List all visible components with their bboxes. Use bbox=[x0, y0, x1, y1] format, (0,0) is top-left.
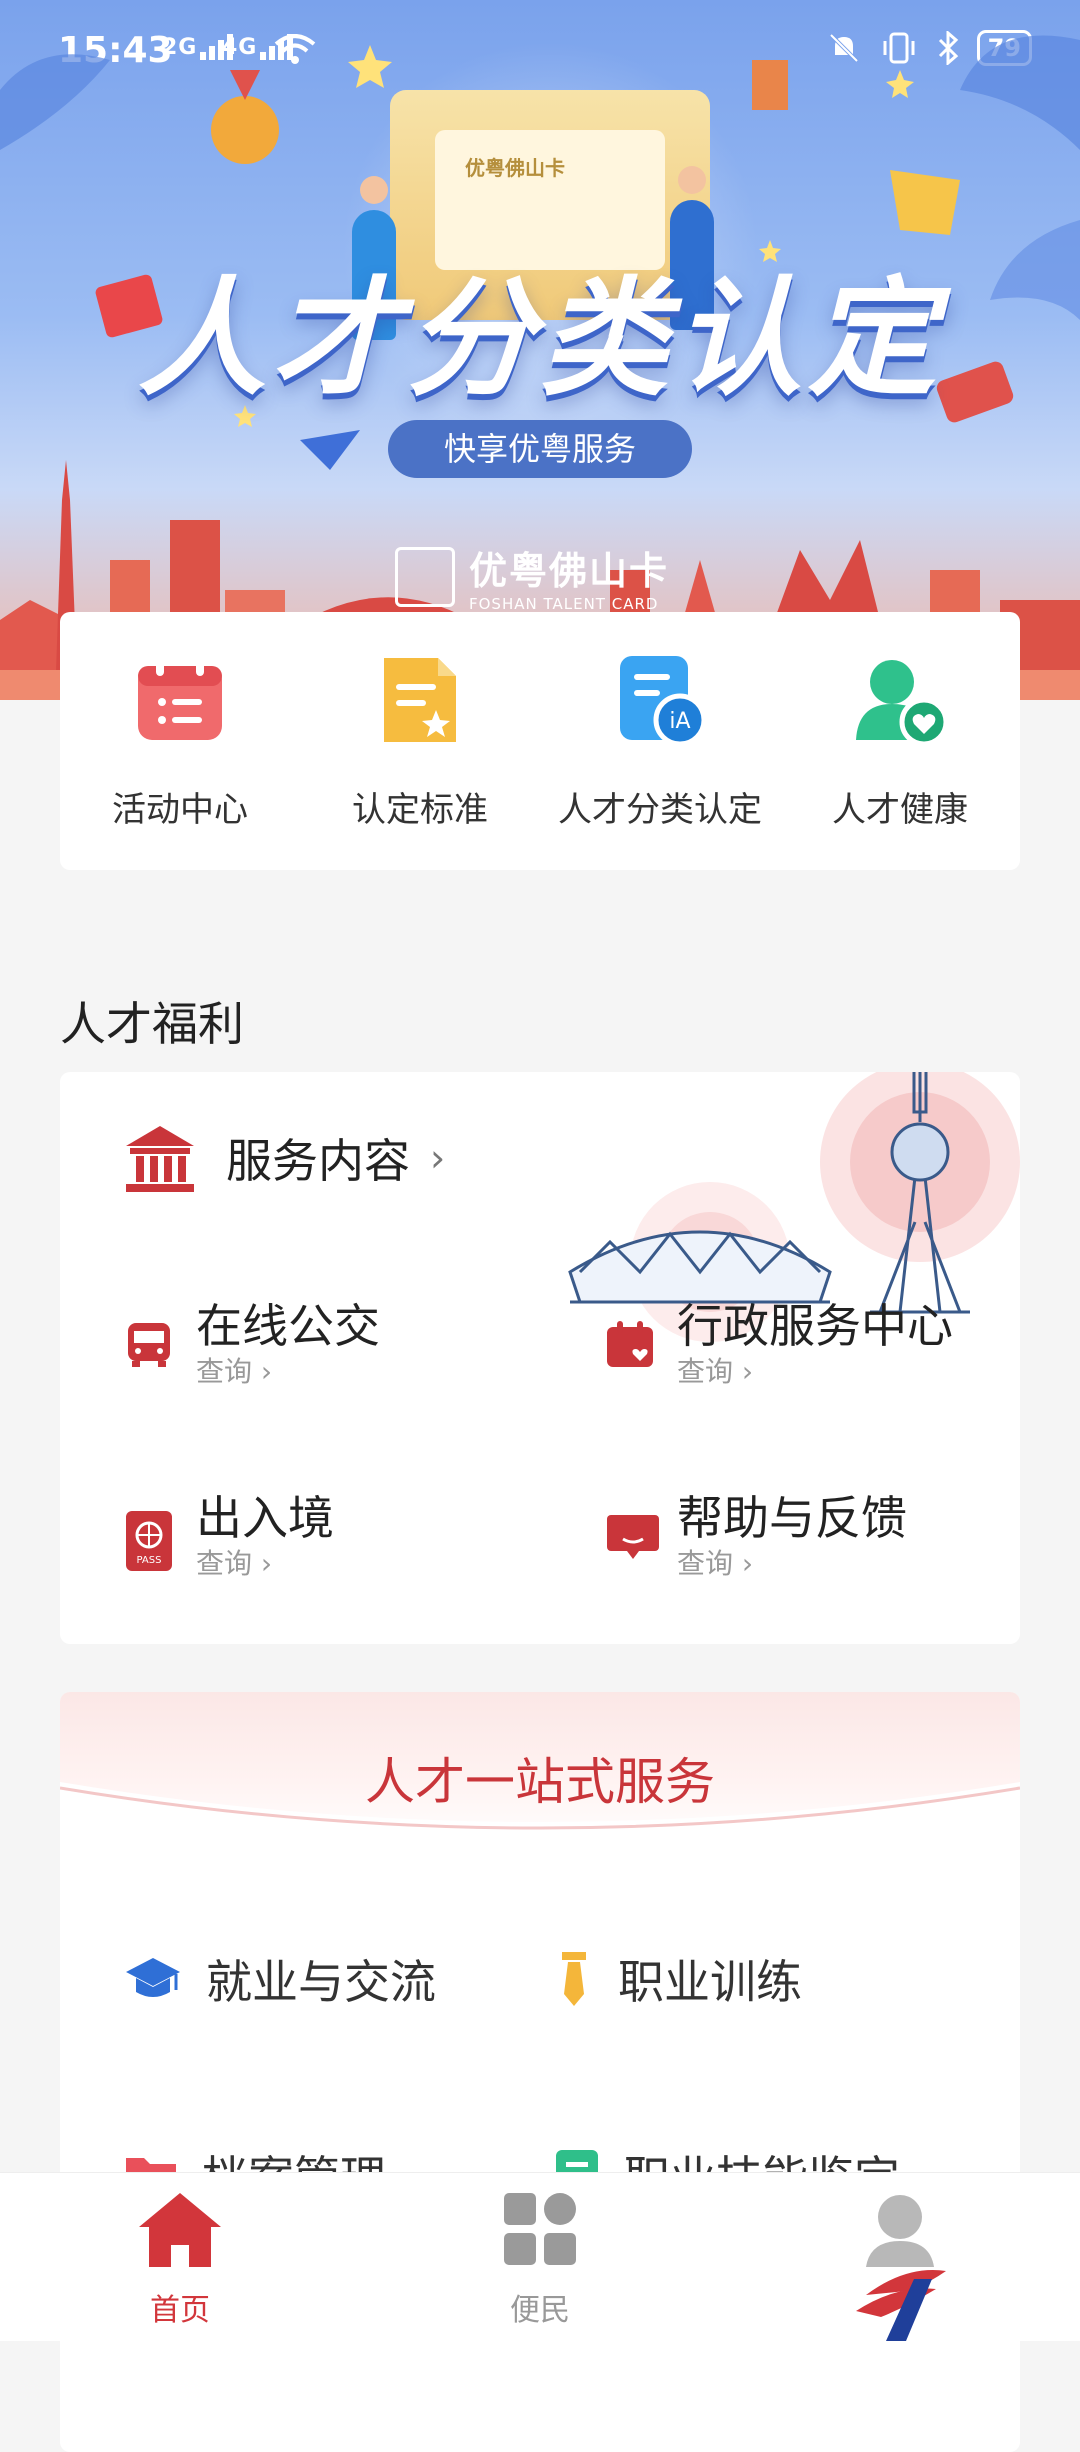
tab-profile[interactable] bbox=[800, 2189, 1000, 2341]
tie-icon bbox=[562, 1952, 586, 2006]
envelope-card-text: 优粤佛山卡 bbox=[465, 156, 565, 180]
quick-item-label: 活动中心 bbox=[112, 790, 248, 830]
calendar-heart-icon bbox=[605, 1319, 655, 1369]
welfare-item-bus[interactable]: 在线公交 查询 › bbox=[124, 1297, 380, 1389]
one-stop-header: 人才一站式服务 bbox=[60, 1692, 1020, 1842]
chevron-right-icon: › bbox=[430, 1136, 446, 1180]
onestop-item-label: 就业与交流 bbox=[206, 1955, 436, 2009]
certification-doc-icon: iA bbox=[612, 652, 708, 748]
onestop-item-label: 职业训练 bbox=[618, 1955, 802, 2009]
logo-text-zh: 优粤佛山卡 bbox=[469, 549, 670, 593]
svg-text:PASS: PASS bbox=[137, 1555, 162, 1566]
grid-icon bbox=[504, 2193, 576, 2265]
quick-item-talent-health[interactable]: 人才健康 bbox=[780, 612, 1020, 870]
graduation-cap-icon bbox=[126, 1958, 180, 1997]
welfare-item-title: 在线公交 bbox=[196, 1299, 380, 1353]
brand-logo-icon bbox=[856, 2270, 946, 2341]
welfare-item-immigration[interactable]: PASS 出入境 查询 › bbox=[124, 1489, 334, 1581]
welfare-item-title: 出入境 bbox=[196, 1491, 334, 1545]
welfare-item-sub: 查询 bbox=[677, 1355, 734, 1388]
tab-label: 首页 bbox=[150, 2293, 210, 2328]
quick-item-activity-center[interactable]: 活动中心 bbox=[60, 612, 300, 870]
welfare-card: 服务内容 › 在线公交 查询 › 行政服务中心 查询 › PASS 出入境 查询… bbox=[60, 1072, 1020, 1644]
quick-item-label: 认定标准 bbox=[352, 790, 488, 830]
onestop-item-employment[interactable]: 就业与交流 bbox=[124, 1946, 436, 2012]
welfare-item-sub: 查询 bbox=[196, 1355, 253, 1388]
quick-item-label: 人才分类认定 bbox=[558, 790, 762, 830]
calendar-list-icon bbox=[132, 652, 228, 748]
welfare-item-title: 帮助与反馈 bbox=[677, 1491, 907, 1545]
document-star-icon bbox=[372, 652, 468, 748]
svg-text:iA: iA bbox=[669, 709, 690, 734]
onestop-item-vocational-training[interactable]: 职业训练 bbox=[554, 1946, 802, 2012]
bus-icon bbox=[124, 1319, 174, 1369]
welfare-item-feedback[interactable]: 帮助与反馈 查询 › bbox=[605, 1489, 907, 1581]
home-icon bbox=[139, 2193, 221, 2267]
welfare-item-title: 行政服务中心 bbox=[677, 1299, 953, 1353]
tab-label: 便民 bbox=[510, 2293, 570, 2328]
one-stop-title: 人才一站式服务 bbox=[365, 1753, 715, 1811]
service-content-link[interactable]: 服务内容 › bbox=[124, 1122, 445, 1194]
bank-building-icon bbox=[126, 1126, 194, 1192]
quick-item-standards[interactable]: 认定标准 bbox=[300, 612, 540, 870]
banner-title: 人才分类认定 bbox=[137, 265, 942, 414]
welfare-item-sub: 查询 bbox=[677, 1547, 734, 1580]
logo-seal bbox=[395, 546, 455, 607]
bottom-tab-bar: 首页 便民 bbox=[0, 2172, 1080, 2341]
foshan-card-logo: 优粤佛山卡 FOSHAN TALENT CARD bbox=[395, 540, 669, 613]
tab-home[interactable]: 首页 bbox=[80, 2189, 280, 2329]
logo-text-en: FOSHAN TALENT CARD bbox=[469, 595, 659, 613]
quick-item-talent-certification[interactable]: iA 人才分类认定 bbox=[540, 612, 780, 870]
welfare-item-admin-center[interactable]: 行政服务中心 查询 › bbox=[605, 1297, 953, 1389]
welfare-item-sub: 查询 bbox=[196, 1547, 253, 1580]
service-content-label: 服务内容 bbox=[226, 1134, 410, 1188]
quick-item-label: 人才健康 bbox=[832, 790, 968, 830]
quick-menu: 活动中心 认定标准 iA 人才分类认定 人才健康 bbox=[60, 612, 1020, 870]
hero-banner[interactable]: 15:43 2G 4G 79 bbox=[0, 0, 1080, 700]
passport-icon: PASS bbox=[124, 1511, 174, 1573]
section-title-welfare: 人才福利 bbox=[60, 997, 244, 1051]
tab-convenience[interactable]: 便民 bbox=[440, 2189, 640, 2329]
message-icon bbox=[605, 1511, 659, 1561]
person-heart-icon bbox=[852, 652, 949, 748]
